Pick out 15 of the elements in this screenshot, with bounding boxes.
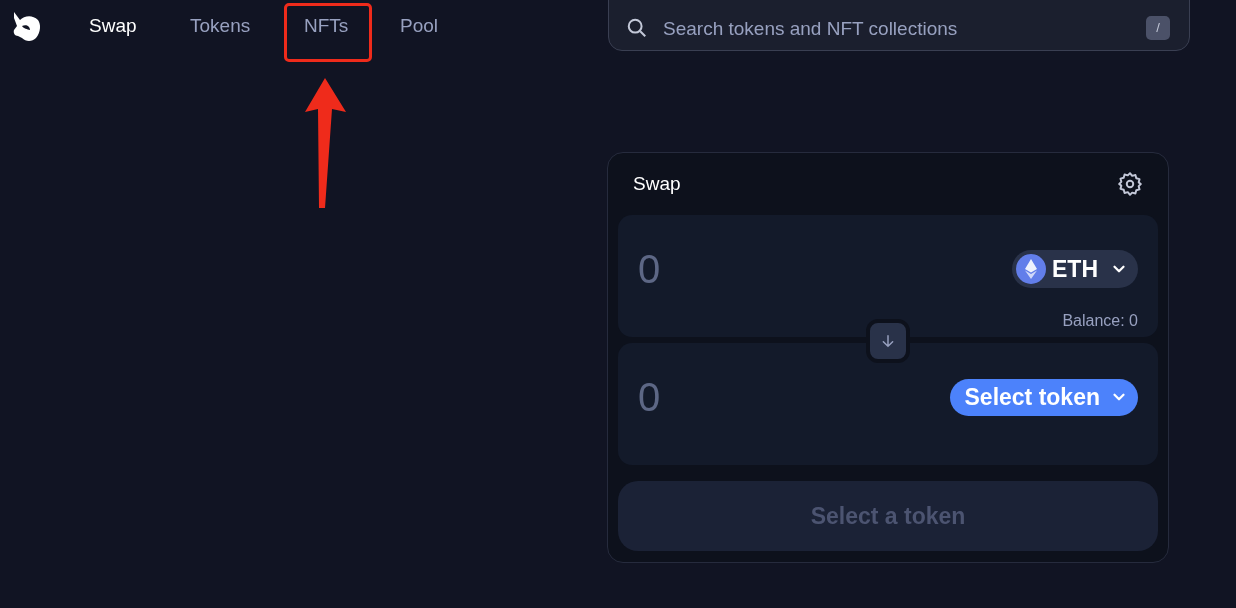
token-selector[interactable]: ETH bbox=[1012, 250, 1138, 288]
shortcut-key: / bbox=[1146, 16, 1170, 40]
down-arrow-icon bbox=[880, 333, 896, 349]
settings-icon[interactable] bbox=[1117, 171, 1143, 197]
nav-link[interactable]: Tokens bbox=[190, 11, 251, 41]
card-title: Swap bbox=[633, 171, 681, 196]
nav-link[interactable]: Swap bbox=[89, 11, 137, 41]
nav-link[interactable]: NFTs bbox=[304, 11, 349, 41]
ethereum-icon bbox=[1016, 254, 1046, 284]
balance-text: Balance: 0 bbox=[1062, 311, 1138, 331]
amount-field[interactable]: 0 bbox=[638, 367, 838, 427]
select-token-button[interactable]: Select token bbox=[949, 378, 1138, 416]
amount-field[interactable]: 0 bbox=[638, 239, 838, 299]
nav-link[interactable]: Pool bbox=[400, 11, 439, 41]
swap-direction-button[interactable] bbox=[866, 319, 910, 363]
